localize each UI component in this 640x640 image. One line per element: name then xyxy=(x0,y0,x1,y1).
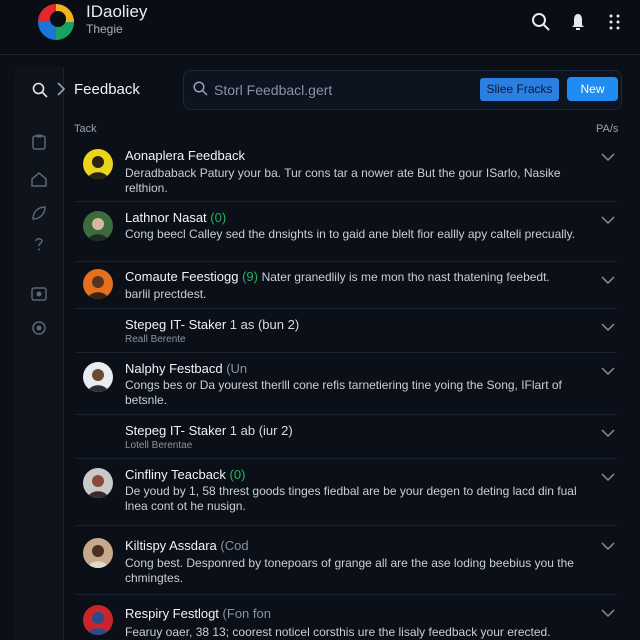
row-title: Lathnor Nasat (0) xyxy=(125,210,227,225)
filter-tracks-button[interactable]: Sliee Fracks xyxy=(480,78,559,101)
row-title: Nalphy Festbacd (Un xyxy=(125,361,248,376)
new-button[interactable]: New xyxy=(567,77,618,101)
row-title: Stepeg IT- Staker 1 ab (iur 2) xyxy=(125,423,293,438)
column-header-task: Tack xyxy=(74,123,97,135)
list-item[interactable]: Kiltispy Assdara (Cod Cong best. Desponr… xyxy=(75,525,617,595)
list-item[interactable]: Stepeg IT- Staker 1 ab (iur 2) Lotell Be… xyxy=(75,414,617,459)
chevron-down-icon[interactable] xyxy=(601,608,615,618)
chevron-down-icon[interactable] xyxy=(601,541,615,551)
apps-grid-icon[interactable] xyxy=(605,12,625,32)
row-tag: (Cod xyxy=(220,538,249,553)
app-subtitle: Thegie xyxy=(86,22,123,36)
search-input[interactable]: Storl Feedbacl.gert xyxy=(214,82,332,98)
row-description: De youd by 1, 58 threst goods tinges fie… xyxy=(125,484,577,513)
row-title: Comaute Feestiogg (9) Nater granedlily i… xyxy=(125,269,550,284)
avatar xyxy=(83,605,113,635)
row-description: Cong best. Desponred by tonepoars of gra… xyxy=(125,556,574,585)
app-title: IDaoliey xyxy=(86,2,148,21)
list-item[interactable]: Aonaplera Feedback Deradbaback Patury yo… xyxy=(75,140,617,202)
row-tag: (9) xyxy=(242,269,258,284)
chevron-down-icon[interactable] xyxy=(601,152,615,162)
chevron-down-icon[interactable] xyxy=(601,366,615,376)
clipboard-icon[interactable] xyxy=(30,133,48,151)
media-icon[interactable] xyxy=(30,285,48,303)
row-tag: (0) xyxy=(229,467,246,482)
row-title: Kiltispy Assdara (Cod xyxy=(125,538,249,553)
bell-icon[interactable] xyxy=(568,12,588,32)
top-bar: IDaoliey Thegie xyxy=(0,0,640,55)
chevron-down-icon[interactable] xyxy=(601,472,615,482)
search-icon[interactable] xyxy=(531,12,551,32)
avatar xyxy=(83,468,113,498)
row-tag: (Fon fon xyxy=(222,606,271,621)
list-item[interactable]: Stepeg IT- Staker 1 as (bun 2) Reall Ber… xyxy=(75,308,617,353)
chevron-down-icon[interactable] xyxy=(601,275,615,285)
list-item[interactable]: Nalphy Festbacd (Un Congs bes or Da your… xyxy=(75,352,617,415)
row-title: Aonaplera Feedback xyxy=(125,148,245,163)
help-icon[interactable] xyxy=(30,235,48,253)
app-logo xyxy=(38,4,74,40)
list-item[interactable]: Lathnor Nasat (0) Cong beecl Calley sed … xyxy=(75,201,617,262)
chevron-right-icon[interactable] xyxy=(57,82,65,96)
row-subtitle: Lotell Berentae xyxy=(125,440,193,451)
column-header-status: PA/s xyxy=(596,123,619,135)
row-description: Fearuy oaer, 38 13; coorest noticel cors… xyxy=(125,625,551,639)
avatar xyxy=(83,149,113,179)
row-description: barlil prectdest. xyxy=(125,287,207,301)
settings-icon[interactable] xyxy=(30,319,48,337)
row-description: Deradbaback Patury your ba. Tur cons tar… xyxy=(125,166,561,195)
list-item[interactable]: Respiry Festlogt (Fon fon Fearuy oaer, 3… xyxy=(75,594,617,640)
row-description: Cong beecl Calley sed the dnsights in to… xyxy=(125,227,576,241)
row-tag: 1 as (bun 2) xyxy=(229,317,300,332)
chevron-down-icon[interactable] xyxy=(601,428,615,438)
avatar xyxy=(83,211,113,241)
nav-search-icon[interactable] xyxy=(32,82,48,98)
avatar xyxy=(83,538,113,568)
row-inline-note: Nater granedlily is me mon tho nast that… xyxy=(261,270,550,284)
row-title: Cinfliny Teacback (0) xyxy=(125,467,246,482)
sidebar xyxy=(15,67,64,640)
row-tag: (0) xyxy=(210,210,227,225)
chevron-down-icon[interactable] xyxy=(601,322,615,332)
avatar xyxy=(83,269,113,299)
home-icon[interactable] xyxy=(30,170,48,188)
row-tag: 1 ab (iur 2) xyxy=(229,423,293,438)
page-title: Feedback xyxy=(74,81,140,98)
row-title: Stepeg IT- Staker 1 as (bun 2) xyxy=(125,317,300,332)
avatar xyxy=(83,362,113,392)
row-subtitle: Reall Berente xyxy=(125,334,186,345)
chevron-down-icon[interactable] xyxy=(601,215,615,225)
row-description: Congs bes or Da yourest therlll cone ref… xyxy=(125,378,562,407)
row-title: Respiry Festlogt (Fon fon xyxy=(125,606,271,621)
row-tag: (Un xyxy=(226,361,248,376)
search-field-icon xyxy=(193,81,208,96)
list-item[interactable]: Comaute Feestiogg (9) Nater granedlily i… xyxy=(75,261,617,309)
leaf-icon[interactable] xyxy=(30,204,48,222)
list-item[interactable]: Cinfliny Teacback (0) De youd by 1, 58 t… xyxy=(75,458,617,526)
